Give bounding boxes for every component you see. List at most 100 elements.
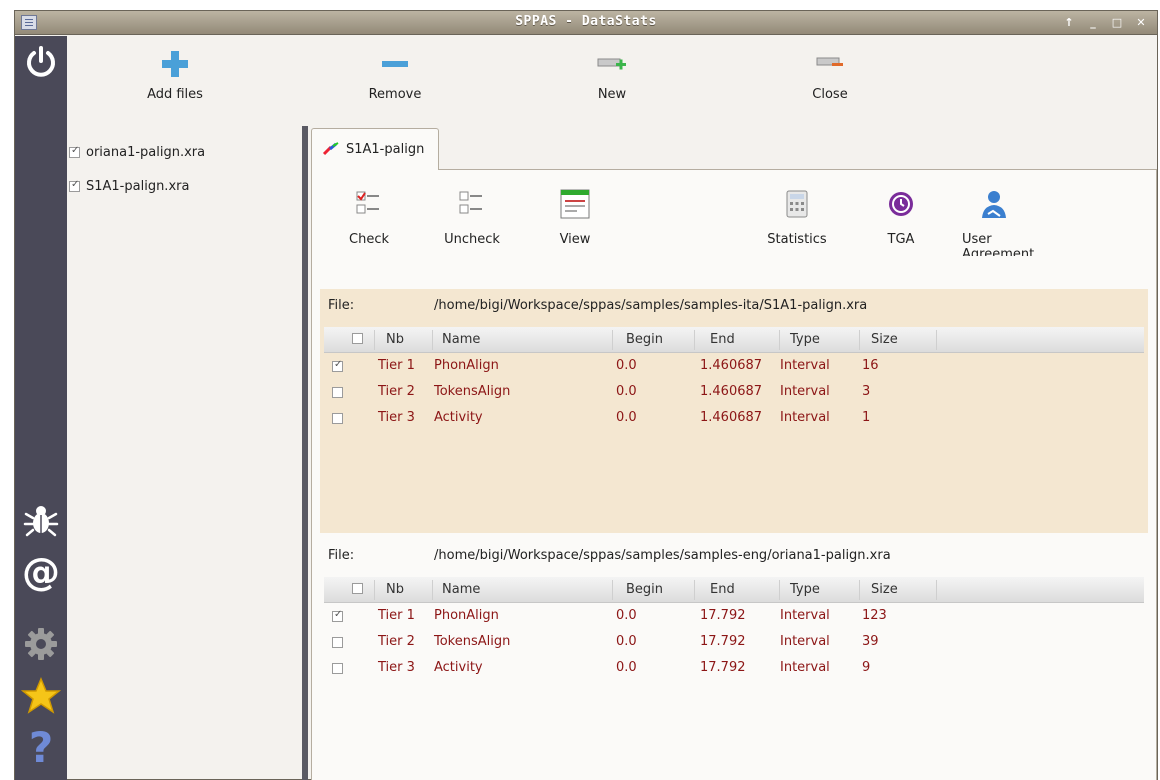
cell-nb: Tier 3 (378, 660, 415, 675)
cell-end: 1.460687 (700, 410, 763, 425)
select-all-checkbox[interactable] (352, 333, 363, 344)
new-label: New (597, 87, 627, 102)
table-row[interactable]: Tier 2 TokensAlign 0.0 1.460687 Interval… (324, 379, 1144, 405)
col-begin[interactable]: Begin (626, 332, 663, 347)
cell-type: Interval (780, 358, 830, 373)
row-checkbox[interactable] (332, 359, 343, 372)
close-window-icon[interactable]: ✕ (1131, 15, 1151, 31)
left-sidebar: @ ? (15, 36, 67, 780)
col-name[interactable]: Name (442, 332, 480, 347)
clock-icon (856, 188, 946, 224)
col-end[interactable]: End (710, 332, 735, 347)
keep-above-icon[interactable]: ↑ (1059, 15, 1079, 31)
remove-button[interactable]: Remove (340, 49, 450, 102)
power-icon[interactable] (21, 44, 61, 84)
user-agreement-button[interactable]: User Agreement (952, 188, 1072, 256)
file-path: /home/bigi/Workspace/sppas/samples/sampl… (434, 298, 868, 313)
row-checkbox[interactable] (332, 387, 343, 398)
tree-checkbox[interactable] (69, 145, 80, 158)
file-panel-1: File: /home/bigi/Workspace/sppas/samples… (320, 289, 1148, 533)
cell-size: 39 (862, 634, 879, 649)
tree-checkbox[interactable] (69, 179, 80, 192)
statistics-button[interactable]: Statistics (752, 188, 842, 247)
splitter-handle[interactable] (302, 126, 308, 780)
minimize-icon[interactable]: _ (1083, 15, 1103, 31)
question-icon[interactable]: ? (21, 727, 61, 769)
tab-icon (322, 142, 340, 160)
col-begin[interactable]: Begin (626, 582, 663, 597)
col-end[interactable]: End (710, 582, 735, 597)
table-row[interactable]: Tier 1 PhonAlign 0.0 1.460687 Interval 1… (324, 353, 1144, 379)
cell-begin: 0.0 (616, 660, 637, 675)
user-icon (962, 188, 1072, 224)
title-bar[interactable]: SPPAS - DataStats ↑ _ □ ✕ (15, 11, 1157, 35)
cell-size: 1 (862, 410, 871, 425)
col-size[interactable]: Size (871, 582, 898, 597)
window-title: SPPAS - DataStats (515, 14, 657, 29)
cell-begin: 0.0 (616, 384, 637, 399)
statistics-label: Statistics (767, 232, 827, 247)
cell-name: Activity (434, 660, 483, 675)
check-list-icon (324, 188, 414, 224)
col-nb[interactable]: Nb (386, 582, 404, 597)
cell-name: TokensAlign (434, 384, 511, 399)
cell-end: 17.792 (700, 634, 746, 649)
cell-end: 17.792 (700, 660, 746, 675)
check-button[interactable]: Check (324, 188, 414, 247)
cell-type: Interval (780, 634, 830, 649)
close-file-icon (775, 49, 885, 79)
cell-nb: Tier 1 (378, 608, 415, 623)
file-panel-2: File: /home/bigi/Workspace/sppas/samples… (320, 539, 1148, 769)
row-checkbox[interactable] (332, 413, 343, 424)
table-header: Nb Name Begin End Type Size (324, 577, 1144, 603)
cell-type: Interval (780, 608, 830, 623)
table-row[interactable]: Tier 1 PhonAlign 0.0 17.792 Interval 123 (324, 603, 1144, 629)
view-button[interactable]: View (530, 188, 620, 247)
col-type[interactable]: Type (790, 582, 820, 597)
row-checkbox[interactable] (332, 609, 343, 622)
select-all-checkbox[interactable] (352, 583, 363, 594)
at-icon[interactable]: @ (21, 552, 61, 592)
col-size[interactable]: Size (871, 332, 898, 347)
cell-begin: 0.0 (616, 634, 637, 649)
table-row[interactable]: Tier 2 TokensAlign 0.0 17.792 Interval 3… (324, 629, 1144, 655)
uncheck-button[interactable]: Uncheck (427, 188, 517, 247)
close-label: Close (812, 87, 848, 102)
col-nb[interactable]: Nb (386, 332, 404, 347)
cell-size: 123 (862, 608, 887, 623)
close-button[interactable]: Close (775, 49, 885, 102)
col-type[interactable]: Type (790, 332, 820, 347)
view-label: View (559, 232, 591, 247)
cell-type: Interval (780, 660, 830, 675)
plus-icon (120, 49, 230, 79)
star-icon[interactable] (20, 676, 62, 716)
maximize-icon[interactable]: □ (1107, 15, 1127, 31)
new-button[interactable]: New (557, 49, 667, 102)
file-label: File: (328, 298, 355, 313)
cell-begin: 0.0 (616, 608, 637, 623)
user-agreement-label: User Agreement (962, 232, 1035, 256)
cell-size: 16 (862, 358, 879, 373)
tga-button[interactable]: TGA (856, 188, 946, 247)
cell-type: Interval (780, 410, 830, 425)
file-label: File: (328, 548, 355, 563)
bug-icon[interactable] (21, 502, 61, 542)
tab-s1a1-palign[interactable]: S1A1-palign (311, 128, 439, 170)
cell-name: TokensAlign (434, 634, 511, 649)
cell-nb: Tier 3 (378, 410, 415, 425)
table-row[interactable]: Tier 3 Activity 0.0 1.460687 Interval 1 (324, 405, 1144, 431)
col-name[interactable]: Name (442, 582, 480, 597)
uncheck-list-icon (427, 188, 517, 224)
row-checkbox[interactable] (332, 637, 343, 648)
add-files-button[interactable]: Add files (120, 49, 230, 102)
calculator-icon (752, 188, 842, 224)
table-row[interactable]: Tier 3 Activity 0.0 17.792 Interval 9 (324, 655, 1144, 681)
cell-nb: Tier 1 (378, 358, 415, 373)
tree-item-label: S1A1-palign.xra (86, 178, 190, 194)
tab-label: S1A1-palign (346, 142, 425, 157)
row-checkbox[interactable] (332, 663, 343, 674)
tree-item[interactable]: oriana1-palign.xra (69, 135, 299, 169)
gear-icon[interactable] (21, 626, 61, 666)
minus-icon (340, 49, 450, 79)
tree-item[interactable]: S1A1-palign.xra (69, 169, 299, 203)
